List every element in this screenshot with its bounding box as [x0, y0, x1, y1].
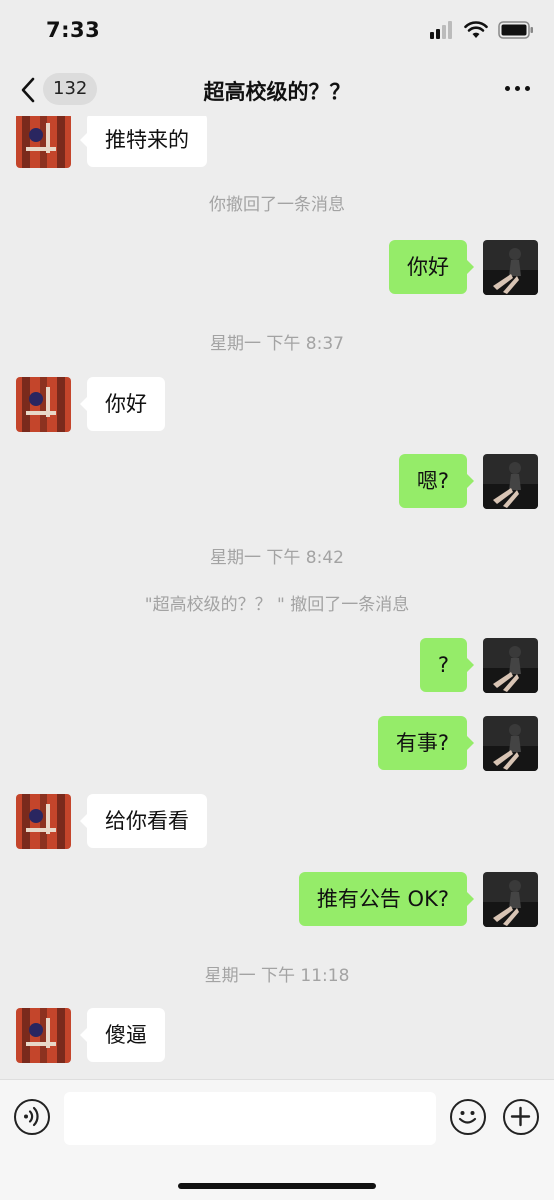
message-sent: 嗯?	[0, 454, 554, 510]
battery-icon	[498, 21, 533, 39]
contact-avatar[interactable]	[16, 794, 71, 849]
more-options-icon[interactable]	[505, 86, 530, 91]
message-bubble[interactable]: 嗯?	[398, 454, 475, 508]
chat-area[interactable]: 推特来的 你撤回了一条消息 你好 星期一 下午 8:37 你好 嗯? 星期一 下…	[0, 116, 554, 1079]
status-bar: 7:33	[0, 0, 554, 64]
message-bubble[interactable]: 给你看看	[80, 794, 207, 848]
message-sent: 有事?	[0, 716, 554, 772]
message-input[interactable]	[64, 1092, 436, 1145]
voice-icon[interactable]	[14, 1099, 50, 1135]
status-icons	[430, 21, 534, 39]
message-received: 傻逼	[0, 1008, 554, 1064]
timestamp: 星期一 下午 8:37	[210, 334, 344, 354]
signal-icon	[430, 21, 452, 39]
emoji-icon[interactable]	[450, 1099, 486, 1135]
message-bubble[interactable]: 你好	[389, 240, 474, 294]
message-received: 推特来的	[0, 116, 554, 173]
my-avatar[interactable]	[483, 872, 538, 927]
status-time: 7:33	[46, 18, 101, 42]
system-notice: 你撤回了一条消息	[209, 195, 345, 215]
my-avatar[interactable]	[483, 638, 538, 693]
home-indicator[interactable]	[178, 1183, 376, 1189]
message-bubble[interactable]: 推特来的	[80, 116, 207, 167]
plus-icon[interactable]	[503, 1099, 539, 1135]
message-bubble[interactable]: 有事?	[377, 716, 475, 770]
system-notice: "超高校级的？？ " 撤回了一条消息	[144, 595, 410, 615]
message-bubble[interactable]: 你好	[80, 377, 165, 431]
contact-avatar[interactable]	[16, 1008, 71, 1063]
message-bubble[interactable]: 推有公告 OK?	[298, 872, 475, 926]
nav-bar: 132 超高校级的？？	[0, 64, 554, 116]
message-received: 给你看看	[0, 794, 554, 850]
timestamp: 星期一 下午 8:42	[210, 548, 344, 568]
contact-avatar[interactable]	[16, 116, 71, 168]
message-bubble[interactable]: ?	[419, 638, 475, 692]
timestamp: 星期一 下午 11:18	[204, 966, 350, 986]
contact-avatar[interactable]	[16, 377, 71, 432]
wifi-icon	[464, 21, 488, 38]
message-bubble[interactable]: 傻逼	[80, 1008, 165, 1062]
input-bar	[0, 1079, 554, 1200]
chat-title: 超高校级的？？	[203, 80, 351, 104]
message-sent: 推有公告 OK?	[0, 872, 554, 928]
message-sent: ?	[0, 638, 554, 694]
my-avatar[interactable]	[483, 454, 538, 509]
message-received: 你好	[0, 377, 554, 433]
message-sent: 你好	[0, 240, 554, 296]
my-avatar[interactable]	[483, 716, 538, 771]
my-avatar[interactable]	[483, 240, 538, 295]
